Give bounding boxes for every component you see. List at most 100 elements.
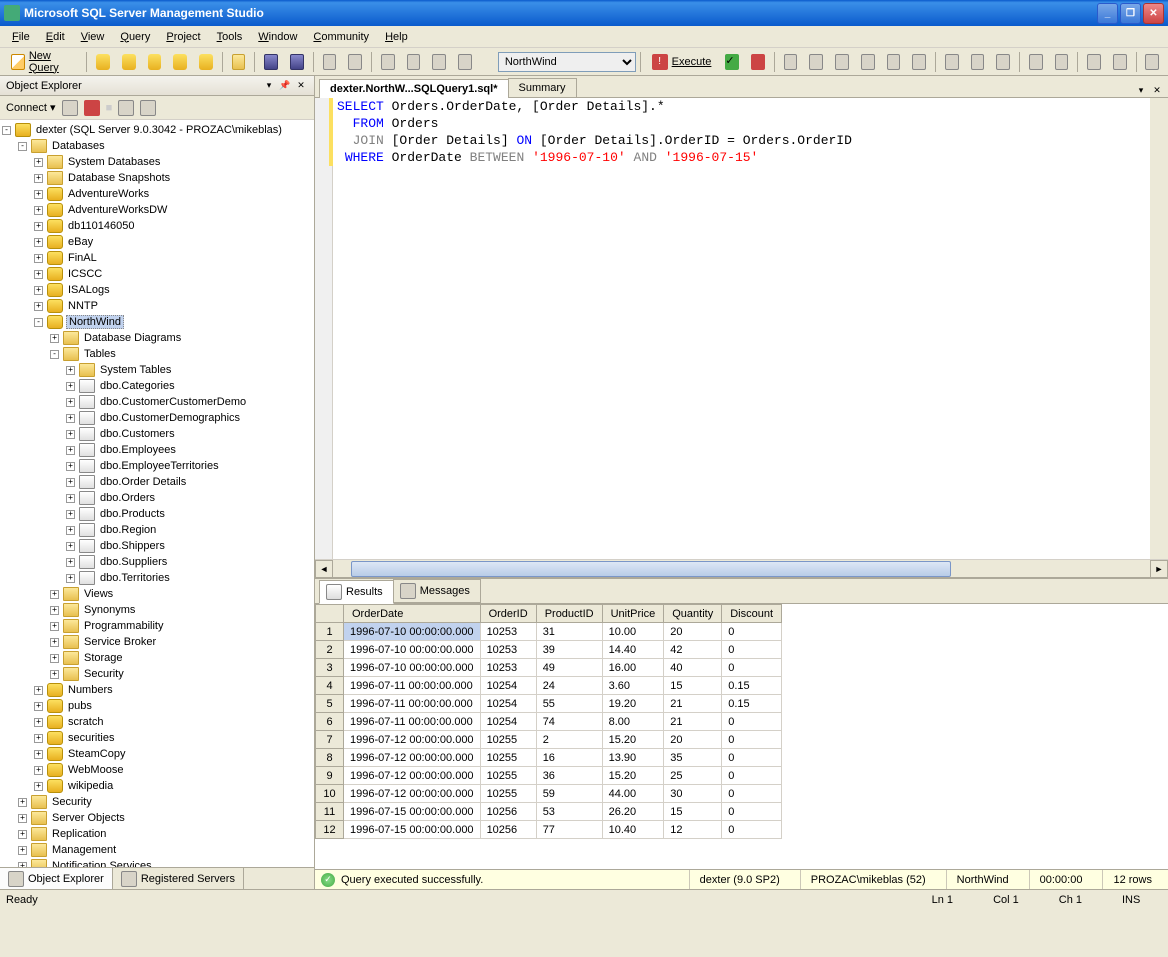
grid-cell[interactable]: 20 — [664, 623, 722, 641]
expand-icon[interactable]: + — [66, 478, 75, 487]
expand-icon[interactable]: + — [34, 190, 43, 199]
tb-c2[interactable] — [1050, 51, 1074, 73]
table-row[interactable]: 81996-07-12 00:00:00.000102551613.90350 — [316, 749, 782, 767]
tree-node[interactable]: +Security — [2, 666, 312, 682]
tree-node[interactable]: +Synonyms — [2, 602, 312, 618]
grid-header[interactable]: ProductID — [536, 605, 602, 623]
table-row[interactable]: 121996-07-15 00:00:00.000102567710.40120 — [316, 821, 782, 839]
expand-icon[interactable]: + — [66, 430, 75, 439]
table-row[interactable]: 11996-07-10 00:00:00.000102533110.00200 — [316, 623, 782, 641]
menu-edit[interactable]: Edit — [38, 29, 73, 45]
tb-c1[interactable] — [1024, 51, 1048, 73]
tree-node[interactable]: +scratch — [2, 714, 312, 730]
connect-icon-1[interactable] — [62, 100, 78, 116]
row-number[interactable]: 11 — [316, 803, 344, 821]
expand-icon[interactable]: + — [50, 654, 59, 663]
tree-node[interactable]: -dexter (SQL Server 9.0.3042 - PROZAC\mi… — [2, 122, 312, 138]
tree-node[interactable]: +dbo.Region — [2, 522, 312, 538]
tb-sql1[interactable] — [779, 51, 803, 73]
expand-icon[interactable]: + — [50, 670, 59, 679]
grid-cell[interactable]: 53 — [536, 803, 602, 821]
row-number[interactable]: 12 — [316, 821, 344, 839]
expand-icon[interactable]: + — [34, 686, 43, 695]
grid-cell[interactable]: 10253 — [480, 641, 536, 659]
tree-node[interactable]: +WebMoose — [2, 762, 312, 778]
tree-node[interactable]: +AdventureWorks — [2, 186, 312, 202]
grid-cell[interactable]: 15.20 — [602, 731, 664, 749]
disconnect-icon[interactable] — [84, 100, 100, 116]
row-number[interactable]: 9 — [316, 767, 344, 785]
editor-content[interactable]: SELECT Orders.OrderDate, [Order Details]… — [333, 98, 1150, 559]
tb-btn-3[interactable] — [143, 51, 167, 73]
grid-cell[interactable]: 21 — [664, 713, 722, 731]
tb-btn-5[interactable] — [194, 51, 218, 73]
row-number[interactable]: 7 — [316, 731, 344, 749]
tb-sql6[interactable] — [907, 51, 931, 73]
connect-label[interactable]: Connect ▾ — [6, 101, 56, 114]
expand-icon[interactable]: + — [34, 222, 43, 231]
tree-node[interactable]: +Programmability — [2, 618, 312, 634]
tree-node[interactable]: +dbo.Shippers — [2, 538, 312, 554]
expand-icon[interactable]: + — [66, 462, 75, 471]
grid-cell[interactable]: 24 — [536, 677, 602, 695]
tree-node[interactable]: +Database Snapshots — [2, 170, 312, 186]
tab-summary[interactable]: Summary — [508, 78, 577, 97]
menu-file[interactable]: File — [4, 29, 38, 45]
expand-icon[interactable]: + — [34, 254, 43, 263]
tree-node[interactable]: +AdventureWorksDW — [2, 202, 312, 218]
refresh-icon[interactable] — [118, 100, 134, 116]
tree-node[interactable]: +Views — [2, 586, 312, 602]
tb-i2[interactable] — [1108, 51, 1132, 73]
grid-header[interactable]: Quantity — [664, 605, 722, 623]
expand-icon[interactable]: + — [34, 782, 43, 791]
grid-cell[interactable]: 0 — [722, 713, 782, 731]
grid-cell[interactable]: 10254 — [480, 695, 536, 713]
tree-node[interactable]: +dbo.CustomerDemographics — [2, 410, 312, 426]
grid-header[interactable]: OrderDate — [344, 605, 481, 623]
editor-vscroll[interactable] — [1150, 98, 1168, 559]
tree-node[interactable]: +dbo.Customers — [2, 426, 312, 442]
cancel-button[interactable] — [746, 51, 770, 73]
table-row[interactable]: 51996-07-11 00:00:00.000102545519.20210.… — [316, 695, 782, 713]
activity-button[interactable] — [318, 51, 342, 73]
grid-cell[interactable]: 8.00 — [602, 713, 664, 731]
grid-cell[interactable]: 30 — [664, 785, 722, 803]
tab-sqlquery1[interactable]: dexter.NorthW...SQLQuery1.sql* — [319, 79, 509, 98]
expand-icon[interactable]: + — [66, 574, 75, 583]
results-grid-wrap[interactable]: OrderDateOrderIDProductIDUnitPriceQuanti… — [315, 603, 1168, 869]
expand-icon[interactable]: + — [34, 750, 43, 759]
tb-sql4[interactable] — [856, 51, 880, 73]
grid-cell[interactable]: 1996-07-15 00:00:00.000 — [344, 821, 481, 839]
grid-cell[interactable]: 10256 — [480, 803, 536, 821]
expand-icon[interactable]: + — [50, 622, 59, 631]
expand-icon[interactable]: + — [50, 334, 59, 343]
tree-node[interactable]: -NorthWind — [2, 314, 312, 330]
expand-icon[interactable]: + — [66, 382, 75, 391]
grid-cell[interactable]: 3.60 — [602, 677, 664, 695]
grid-cell[interactable]: 1996-07-11 00:00:00.000 — [344, 677, 481, 695]
tree-node[interactable]: +SteamCopy — [2, 746, 312, 762]
grid-cell[interactable]: 42 — [664, 641, 722, 659]
tb-res1[interactable] — [940, 51, 964, 73]
panel-close-button[interactable]: ✕ — [294, 79, 308, 93]
tree-node[interactable]: +dbo.Employees — [2, 442, 312, 458]
grid-cell[interactable]: 10254 — [480, 677, 536, 695]
grid-cell[interactable]: 1996-07-12 00:00:00.000 — [344, 749, 481, 767]
grid-cell[interactable]: 74 — [536, 713, 602, 731]
grid-cell[interactable]: 2 — [536, 731, 602, 749]
expand-icon[interactable]: + — [34, 718, 43, 727]
grid-cell[interactable]: 10255 — [480, 731, 536, 749]
close-button[interactable]: ✕ — [1143, 3, 1164, 24]
expand-icon[interactable]: + — [66, 542, 75, 551]
tb-btn-4[interactable] — [168, 51, 192, 73]
menu-window[interactable]: Window — [250, 29, 305, 45]
expand-icon[interactable]: + — [34, 270, 43, 279]
grid-cell[interactable]: 10255 — [480, 785, 536, 803]
tree-node[interactable]: -Databases — [2, 138, 312, 154]
grid-cell[interactable]: 10255 — [480, 749, 536, 767]
expand-icon[interactable]: + — [66, 446, 75, 455]
grid-cell[interactable]: 26.20 — [602, 803, 664, 821]
tree-node[interactable]: +System Databases — [2, 154, 312, 170]
grid-cell[interactable]: 12 — [664, 821, 722, 839]
template-button[interactable] — [427, 51, 451, 73]
